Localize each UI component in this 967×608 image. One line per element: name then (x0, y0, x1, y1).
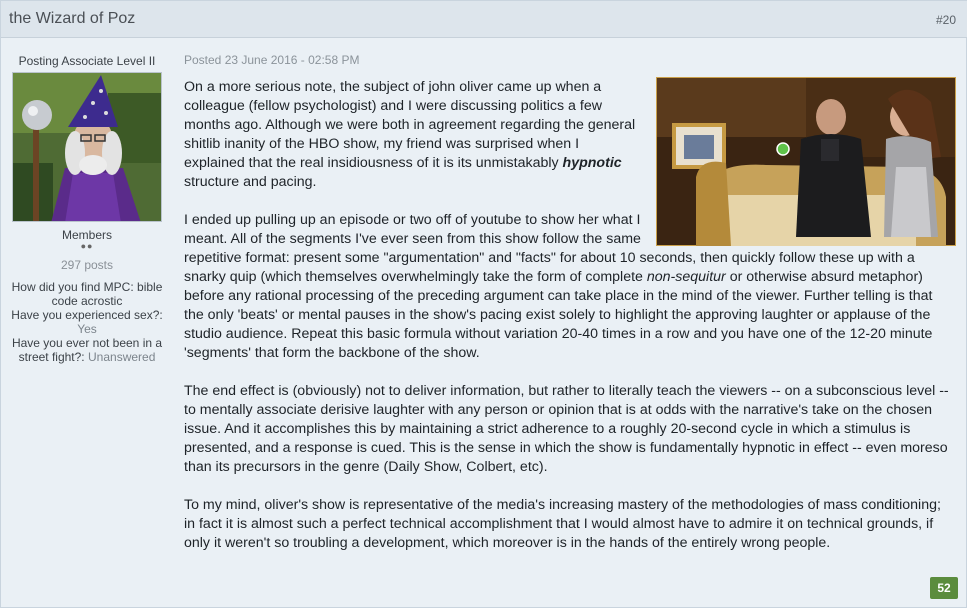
paragraph-text: structure and pacing. (184, 174, 317, 190)
user-group: Members (61, 228, 112, 242)
embedded-image[interactable] (656, 77, 956, 246)
emphasis-text: hypnotic (562, 155, 622, 171)
profile-field-value: Unanswered (88, 350, 156, 364)
profile-field-label: How did you find MPC: (11, 280, 134, 294)
user-rank: Posting Associate Level II (18, 54, 156, 68)
post-date: Posted 23 June 2016 - 02:58 PM (184, 53, 360, 67)
post-header: the Wizard of Poz #20 (1, 1, 967, 38)
like-count-badge[interactable]: 52 (930, 577, 958, 599)
luxury-room-photo (656, 77, 956, 246)
custom-profile-fields: How did you find MPC: bible code acrosti… (5, 280, 169, 364)
forum-post: the Wizard of Poz #20 Posting Associate … (0, 0, 967, 608)
paragraph-3: The end effect is (obviously) not to del… (184, 383, 949, 475)
profile-field-label: Have you experienced sex?: (11, 308, 163, 322)
italic-text: non-sequitur (646, 269, 726, 285)
avatar[interactable] (12, 72, 162, 222)
profile-field-street-fight: Have you ever not been in a street fight… (5, 336, 169, 364)
author-sidebar: Posting Associate Level II Members ●● 29… (1, 39, 173, 607)
reputation-dots: ●● (80, 241, 94, 251)
post-content: Posted 23 June 2016 - 02:58 PM On a more… (184, 39, 962, 607)
wizard-avatar-image (13, 73, 161, 221)
post-number-link[interactable]: #20 (936, 13, 956, 27)
profile-field-value: Yes (77, 322, 97, 336)
paragraph-4: To my mind, oliver's show is representat… (184, 497, 941, 551)
profile-field-find-mpc: How did you find MPC: bible code acrosti… (5, 280, 169, 308)
post-count: 297 posts (60, 258, 114, 272)
profile-field-sex: Have you experienced sex?: Yes (5, 308, 169, 336)
author-name-link[interactable]: the Wizard of Poz (9, 10, 135, 28)
